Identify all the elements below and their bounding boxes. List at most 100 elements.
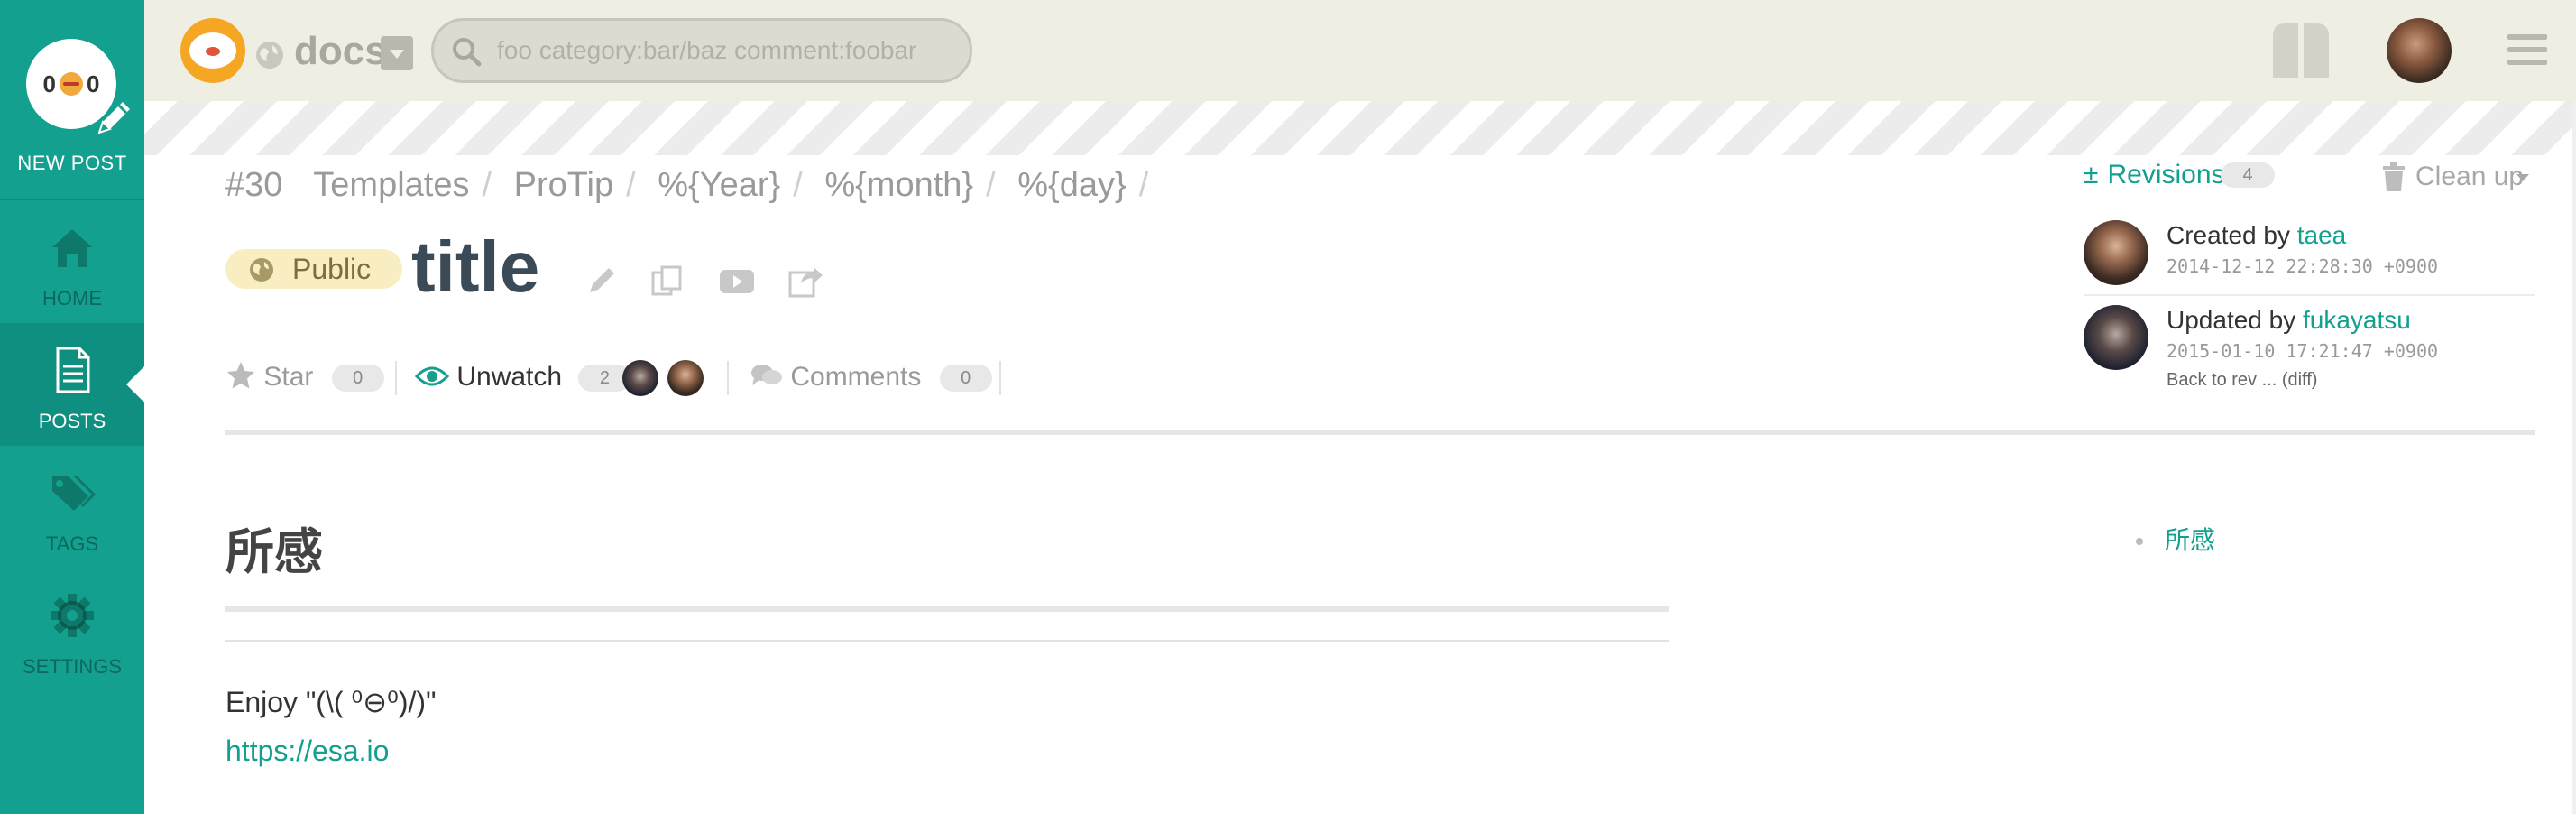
creator-link[interactable]: taea: [2297, 221, 2347, 249]
menu-bar: [2507, 60, 2547, 65]
search-box: [431, 18, 972, 83]
comments-count: 0: [939, 365, 992, 393]
revisions-link[interactable]: ± Revisions: [2084, 159, 2225, 191]
search-icon: [453, 38, 482, 67]
scrollbar[interactable]: [2572, 101, 2576, 814]
bird-icon: [189, 32, 236, 69]
globe-icon: [250, 258, 273, 282]
globe-icon: [256, 42, 283, 69]
team-logo[interactable]: [180, 18, 245, 83]
updated-prefix: Updated by: [2167, 306, 2296, 334]
team-name[interactable]: docs: [294, 27, 387, 76]
watch-button[interactable]: Unwatch 2: [414, 357, 631, 397]
sidebar-item-label: TAGS: [45, 532, 99, 555]
trash-icon[interactable]: [2381, 162, 2406, 191]
home-icon: [52, 229, 92, 267]
comments-label: Comments: [790, 362, 922, 392]
breadcrumb-item[interactable]: %{Year}: [658, 166, 780, 204]
document-icon: [56, 347, 90, 393]
breadcrumb-item[interactable]: %{month}: [824, 166, 973, 204]
star-label: Star: [263, 362, 314, 392]
toc-bullet: [2136, 538, 2143, 545]
star-button[interactable]: Star 0: [225, 357, 384, 397]
updated-by: Updated by fukayatsu: [2167, 305, 2411, 336]
chevron-down-icon[interactable]: [2516, 174, 2529, 181]
face-right-eye: 0: [87, 69, 100, 97]
updater-avatar[interactable]: [2084, 305, 2148, 370]
top-header: docs: [144, 0, 2576, 101]
divider: [999, 361, 1001, 395]
star-icon: [227, 362, 254, 389]
breadcrumb-item[interactable]: ProTip: [514, 166, 614, 204]
sidebar-item-posts[interactable]: POSTS: [0, 323, 144, 446]
sidebar-item-label: POSTS: [38, 410, 106, 432]
watch-label: Unwatch: [456, 362, 563, 392]
sidebar-item-label: HOME: [42, 287, 102, 310]
sidebar-item-home[interactable]: HOME: [0, 200, 144, 323]
created-prefix: Created by: [2167, 221, 2290, 249]
sidebar: 0 0 NEW POST HOME POSTS TAGS SETTINGS: [0, 0, 144, 814]
toc-item[interactable]: 所感: [2165, 525, 2215, 556]
visibility-label: Public: [292, 253, 372, 285]
divider: [2084, 294, 2535, 296]
new-post-button[interactable]: 0 0 NEW POST: [0, 0, 144, 200]
updated-at: 2015-01-10 17:21:47 +0900: [2167, 340, 2439, 362]
menu-bar: [2507, 47, 2547, 52]
book-icon[interactable]: [2269, 18, 2332, 81]
new-post-label: NEW POST: [17, 152, 127, 174]
sidebar-item-settings[interactable]: SETTINGS: [0, 569, 144, 691]
cleanup-button[interactable]: Clean up: [2415, 161, 2524, 193]
revisions-count: 4: [2221, 162, 2275, 188]
breadcrumb-separator: /: [1138, 166, 1149, 204]
breadcrumb-separator: /: [626, 166, 636, 204]
slideshow-icon[interactable]: [718, 262, 756, 300]
created-by: Created by taea: [2167, 220, 2346, 251]
created-at: 2014-12-12 22:28:30 +0900: [2167, 255, 2439, 277]
creator-avatar[interactable]: [2084, 220, 2148, 285]
horizontal-rule: [225, 640, 1669, 642]
sidebar-item-label: SETTINGS: [22, 655, 122, 678]
share-icon[interactable]: [787, 262, 824, 300]
active-indicator: [126, 366, 144, 402]
divider: [727, 361, 729, 395]
divider: [395, 361, 397, 395]
watcher-avatar[interactable]: [622, 360, 658, 396]
copy-icon[interactable]: [648, 262, 685, 300]
wip-stripe: [144, 101, 2576, 155]
hamburger-menu-icon[interactable]: [2507, 34, 2547, 69]
star-count: 0: [331, 365, 384, 393]
post-title: title: [411, 227, 540, 307]
pencil-icon: [97, 102, 130, 134]
menu-bar: [2507, 34, 2547, 40]
updater-link[interactable]: fukayatsu: [2303, 306, 2411, 334]
post-number: #30: [225, 166, 283, 204]
back-to-rev-link[interactable]: Back to rev ... (diff): [2167, 368, 2317, 392]
sidebar-item-tags[interactable]: TAGS: [0, 446, 144, 569]
content-link[interactable]: https://esa.io: [225, 733, 389, 769]
pencil-icon[interactable]: [583, 262, 621, 300]
breadcrumb-item[interactable]: %{day}: [1017, 166, 1126, 204]
tags-icon: [52, 476, 96, 511]
heading-underline: [225, 606, 1669, 612]
breadcrumb-item[interactable]: Templates: [313, 166, 469, 204]
app: 0 0 NEW POST HOME POSTS TAGS SETTINGS do…: [0, 0, 2576, 814]
breadcrumb-separator: /: [986, 166, 996, 204]
visibility-badge: Public: [225, 249, 402, 289]
content-heading: 所感: [225, 525, 323, 579]
face-mouth: [60, 72, 83, 96]
comment-icon: [751, 365, 782, 385]
revisions-label: Revisions: [2107, 160, 2225, 190]
face-left-eye: 0: [42, 69, 56, 97]
user-avatar[interactable]: [2387, 18, 2452, 83]
search-input[interactable]: [488, 21, 957, 80]
breadcrumb-separator: /: [482, 166, 492, 204]
team-dropdown-button[interactable]: [381, 36, 413, 70]
comments-button[interactable]: Comments 0: [750, 357, 992, 397]
plus-minus-icon: ±: [2084, 160, 2099, 190]
gear-icon: [51, 594, 94, 637]
breadcrumb-separator: /: [793, 166, 803, 204]
watcher-avatar[interactable]: [667, 360, 704, 396]
eye-icon: [414, 366, 450, 386]
header-divider: [225, 430, 2535, 435]
content-paragraph: Enjoy "(\( ⁰⊖⁰)/)": [225, 686, 437, 718]
